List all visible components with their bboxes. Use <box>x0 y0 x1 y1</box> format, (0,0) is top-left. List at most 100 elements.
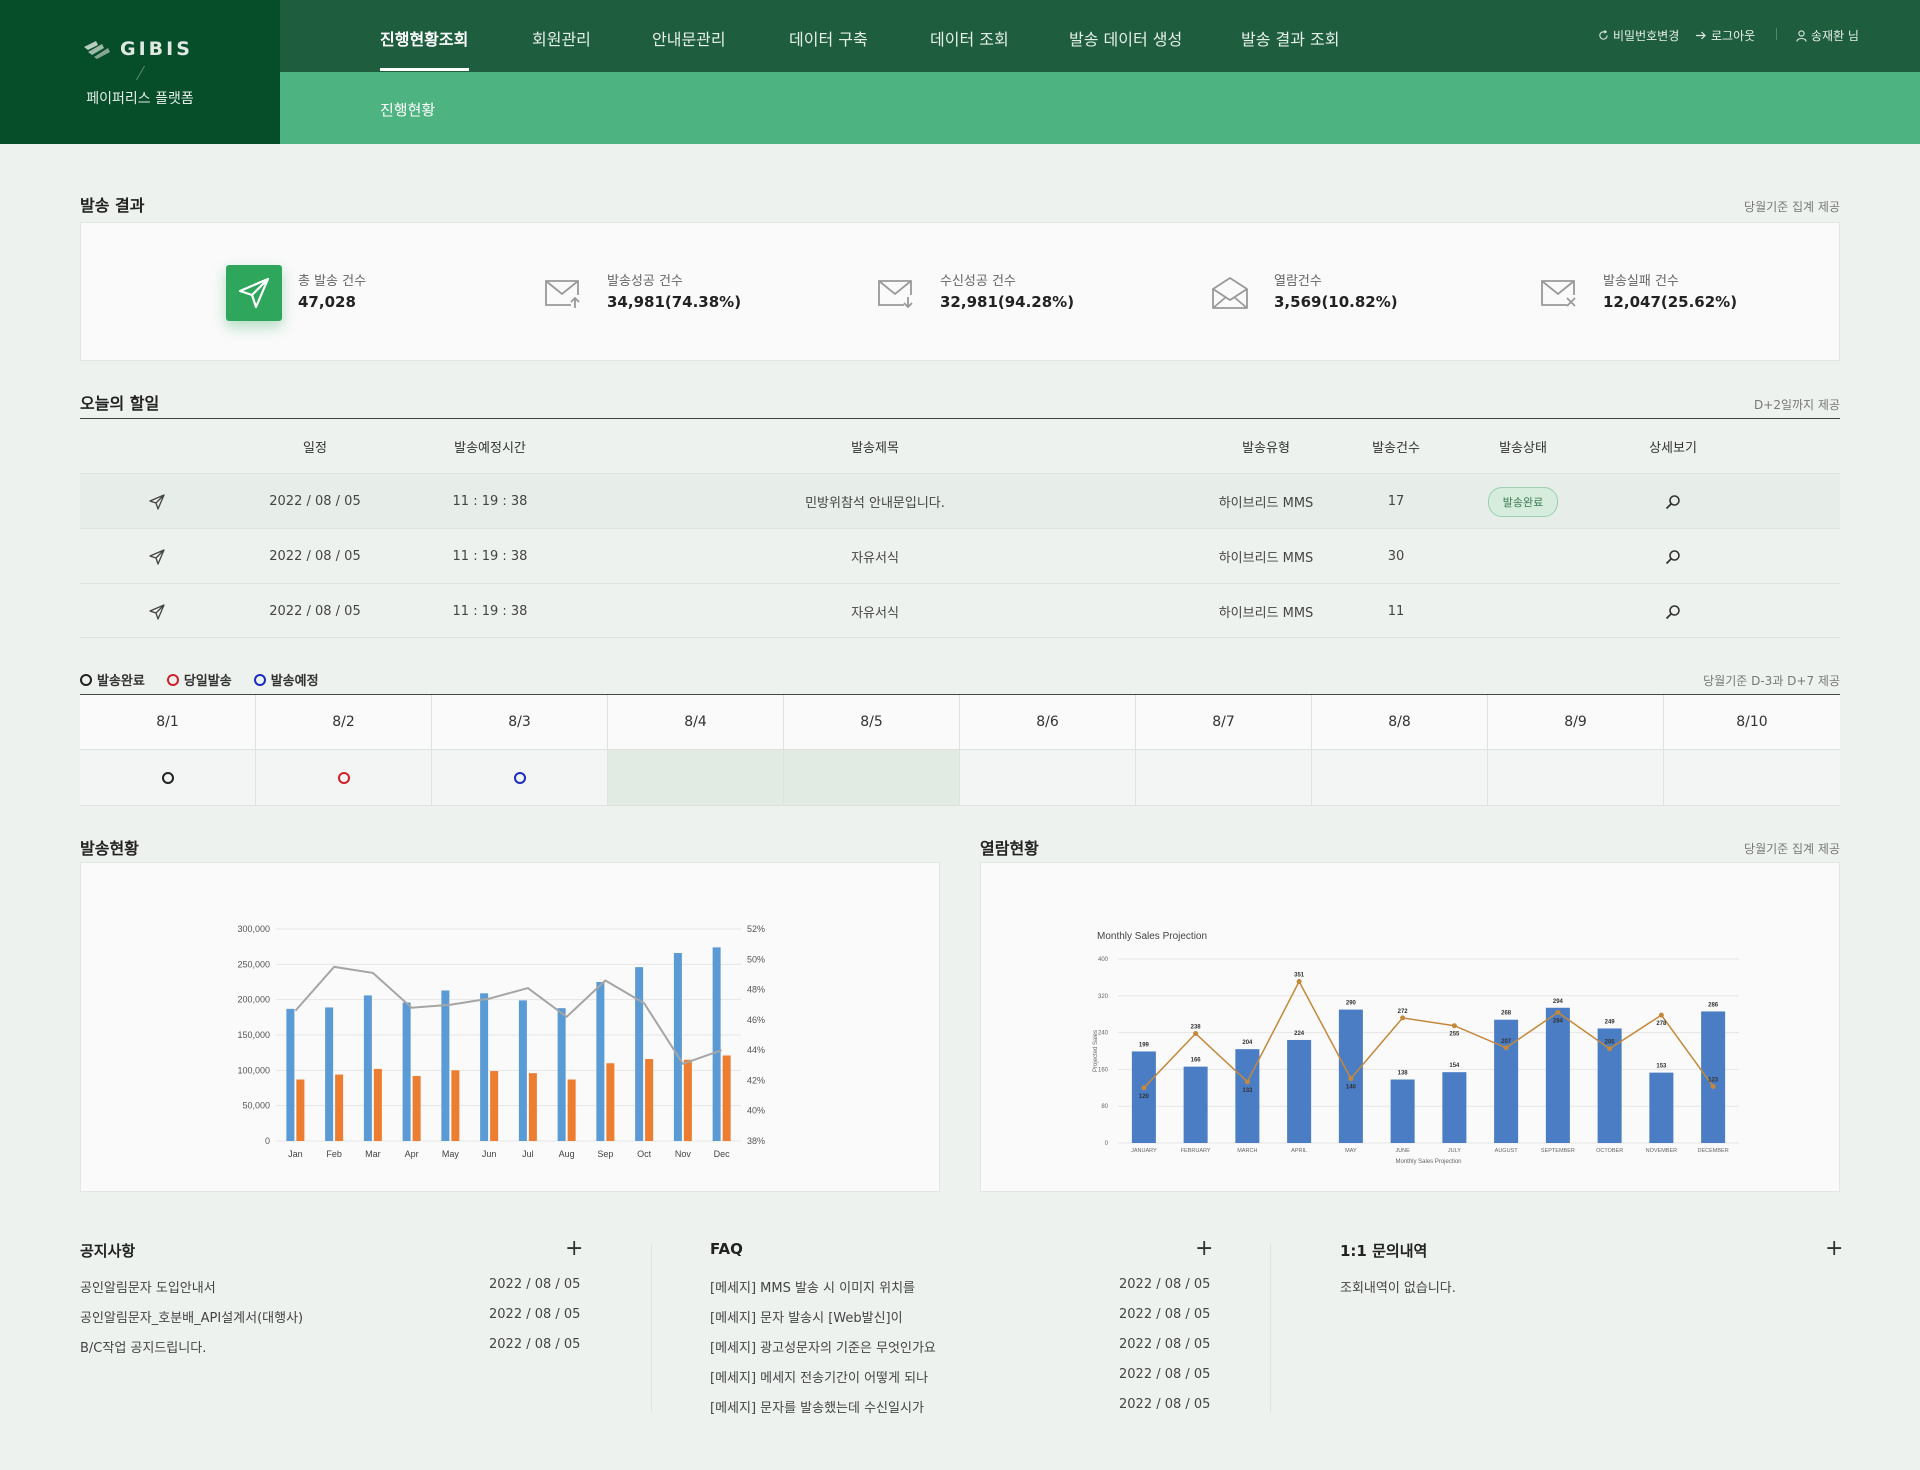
calendar-day[interactable]: 8/10 <box>1664 695 1840 806</box>
calendar-day[interactable]: 8/9 <box>1488 695 1664 806</box>
calendar-day[interactable]: 8/5 <box>784 695 960 806</box>
x-tick-label: Mar <box>365 1149 381 1159</box>
row-subject: 민방위참석 안내문입니다. <box>805 496 945 511</box>
change-password-link[interactable]: 비밀번호변경 <box>1598 27 1679 44</box>
table-row[interactable]: 2022 / 08 / 05 11 : 19 : 38 민방위참석 안내문입니다… <box>80 473 1840 528</box>
calendar-day[interactable]: 8/6 <box>960 695 1136 806</box>
logo-divider <box>135 66 155 80</box>
x-tick-label: Jun <box>482 1149 497 1159</box>
calendar-status <box>1136 750 1311 805</box>
col-date: 일정 <box>303 441 327 456</box>
bar-series-2 <box>528 1073 537 1141</box>
logo[interactable]: GIBIS <box>82 38 193 60</box>
row-status: 발송완료 <box>1473 474 1573 529</box>
row-subject: 자유서식 <box>851 551 899 566</box>
nav-data-search[interactable]: 데이터 조회 <box>930 26 1009 50</box>
bar-data-label: 268 <box>1501 1011 1512 1017</box>
x-axis-label: Monthly Sales Projection <box>1395 1159 1461 1165</box>
notice-more-button[interactable]: + <box>565 1236 583 1261</box>
nav-send-data[interactable]: 발송 데이터 생성 <box>1069 26 1182 50</box>
y-tick-label: 100,000 <box>237 1065 270 1075</box>
faq-date: 2022 / 08 / 05 <box>1119 1337 1211 1352</box>
inquiry-more-button[interactable]: + <box>1825 1236 1843 1261</box>
calendar-date: 8/8 <box>1312 695 1487 750</box>
calendar-status <box>256 750 431 805</box>
bar-series-2 <box>606 1063 615 1141</box>
notice-item[interactable]: 공인알림문자 도입안내서 <box>80 1277 216 1296</box>
search-icon[interactable] <box>1653 584 1693 639</box>
y-tick-label: 160 <box>1098 1067 1109 1073</box>
user-menu[interactable]: 송재환 님 <box>1796 27 1859 44</box>
calendar-day[interactable]: 8/8 <box>1312 695 1488 806</box>
bar-series-2 <box>373 1068 382 1141</box>
calendar-day[interactable]: 8/4 <box>608 695 784 806</box>
x-tick-label: JANUARY <box>1131 1148 1157 1154</box>
x-tick-label: JUNE <box>1395 1148 1410 1154</box>
arrow-right-icon <box>1696 31 1706 40</box>
mail-open-icon <box>1202 265 1258 321</box>
nav-data-build[interactable]: 데이터 구축 <box>789 26 868 50</box>
row-time: 11 : 19 : 38 <box>452 549 528 564</box>
row-type: 하이브리드 MMS <box>1218 551 1314 566</box>
faq-title: FAQ <box>710 1240 743 1258</box>
nav-members[interactable]: 회원관리 <box>532 26 591 50</box>
calendar-day[interactable]: 8/2 <box>256 695 432 806</box>
change-password-label: 비밀번호변경 <box>1613 29 1680 43</box>
nav-send-result[interactable]: 발송 결과 조회 <box>1241 26 1340 50</box>
todo-note: D+2일까지 제공 <box>1754 398 1840 412</box>
platform-name: 페이퍼리스 플랫폼 <box>86 91 194 107</box>
y2-tick-label: 48% <box>747 985 765 995</box>
notice-item[interactable]: B/C작업 공지드립니다. <box>80 1337 206 1356</box>
bar-series-2 <box>412 1075 421 1141</box>
stat-total-label: 총 발송 건수 <box>298 274 367 289</box>
notice-date: 2022 / 08 / 05 <box>489 1277 581 1292</box>
logo-block[interactable]: GIBIS 페이퍼리스 플랫폼 <box>0 0 280 144</box>
y-tick-label: 400 <box>1098 957 1109 963</box>
bar-data-label: 286 <box>1708 1002 1719 1008</box>
calendar-day[interactable]: 8/7 <box>1136 695 1312 806</box>
faq-item[interactable]: [메세지] 문자를 발송했는데 수신일시가 <box>710 1397 924 1416</box>
bar <box>1235 1049 1260 1143</box>
search-icon[interactable] <box>1653 529 1693 584</box>
line-data-label: 272 <box>1398 1009 1409 1015</box>
stat-failed: 발송실패 건수 12,047(25.62%) <box>1531 265 1737 321</box>
subnav-progress[interactable]: 진행현황 <box>380 99 435 120</box>
y-tick-label: 240 <box>1098 1031 1109 1037</box>
faq-item[interactable]: [메세지] MMS 발송 시 이미지 위치를 <box>710 1277 915 1296</box>
nav-notices[interactable]: 안내문관리 <box>652 26 726 50</box>
todo-table: 일정 발송예정시간 발송제목 발송유형 발송건수 발송상태 상세보기 2022 … <box>80 418 1840 638</box>
x-tick-label: NOVEMBER <box>1646 1148 1678 1154</box>
calendar-day[interactable]: 8/3 <box>432 695 608 806</box>
column-divider <box>1270 1244 1271 1412</box>
table-row[interactable]: 2022 / 08 / 05 11 : 19 : 38 자유서식 하이브리드 M… <box>80 583 1840 638</box>
stat-sent: 발송성공 건수 34,981(74.38%) <box>535 265 741 321</box>
calendar-day[interactable]: 8/1 <box>80 695 256 806</box>
table-row[interactable]: 2022 / 08 / 05 11 : 19 : 38 자유서식 하이브리드 M… <box>80 528 1840 583</box>
x-tick-label: May <box>442 1149 460 1159</box>
user-name: 송재환 님 <box>1811 29 1859 43</box>
bar-data-label: 199 <box>1139 1042 1150 1048</box>
calendar-legend: 발송완료 당일발송 발송예정 <box>80 670 319 689</box>
faq-item[interactable]: [메세지] 메세지 전송기간이 어떻게 되나 <box>710 1367 928 1386</box>
x-tick-label: FEBRUARY <box>1181 1148 1211 1154</box>
faq-more-button[interactable]: + <box>1195 1236 1213 1261</box>
ring-icon <box>80 673 92 686</box>
bar-series-2 <box>567 1079 576 1141</box>
calendar-date: 8/3 <box>432 695 607 750</box>
col-time: 발송예정시간 <box>454 441 526 456</box>
bar-series-1 <box>363 995 372 1141</box>
logout-link[interactable]: 로그아웃 <box>1695 27 1755 44</box>
line-data-label: 120 <box>1139 1094 1150 1100</box>
faq-item[interactable]: [메세지] 문자 발송시 [Web발신]이 <box>710 1307 903 1326</box>
bar <box>1442 1072 1467 1143</box>
col-type: 발송유형 <box>1242 441 1290 456</box>
notice-item[interactable]: 공인알림문자_호분배_API설계서(대행사) <box>80 1307 303 1326</box>
y2-tick-label: 44% <box>747 1045 765 1055</box>
nav-progress[interactable]: 진행현황조회 <box>380 26 468 50</box>
calendar-date: 8/1 <box>80 695 255 750</box>
faq-item[interactable]: [메세지] 광고성문자의 기준은 무엇인가요 <box>710 1337 936 1356</box>
faq-date: 2022 / 08 / 05 <box>1119 1397 1211 1412</box>
line-series <box>1143 979 1714 1089</box>
legend-planned: 발송예정 <box>253 670 319 689</box>
search-icon[interactable] <box>1653 474 1693 529</box>
